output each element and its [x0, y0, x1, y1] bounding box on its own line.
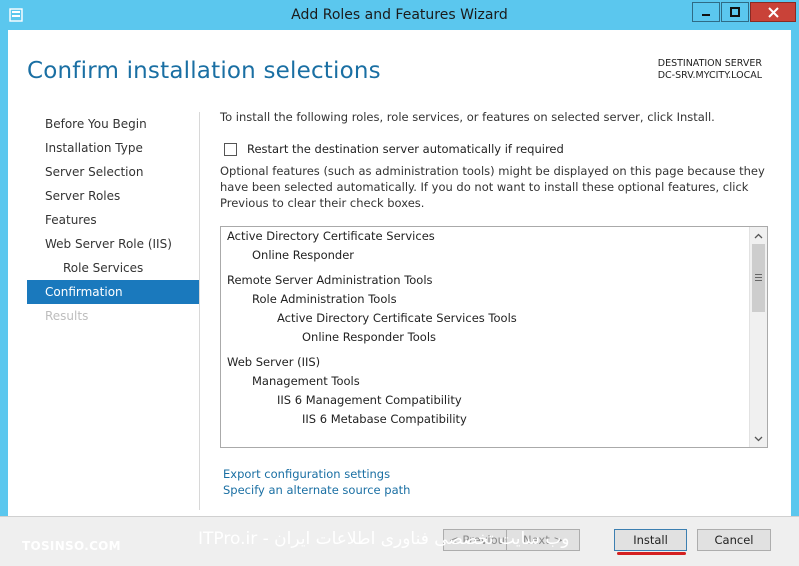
maximize-icon — [730, 7, 740, 17]
nav-divider — [199, 112, 200, 510]
chevron-down-icon — [754, 436, 763, 441]
scroll-grip-icon — [755, 274, 762, 283]
wizard-window: Add Roles and Features Wizard Confirm in… — [0, 0, 799, 566]
selections-list-content: Active Directory Certificate Services Onl… — [221, 227, 749, 447]
list-item: Management Tools — [252, 374, 360, 388]
list-scrollbar[interactable] — [749, 227, 767, 447]
restart-option[interactable]: Restart the destination server automatic… — [224, 142, 564, 156]
destination-label: DESTINATION SERVER — [657, 58, 762, 69]
wizard-content: Confirm installation selections DESTINAT… — [8, 30, 791, 516]
list-item: IIS 6 Metabase Compatibility — [302, 412, 467, 426]
destination-name: DC-SRV.MYCITY.LOCAL — [657, 70, 762, 81]
nav-item-server-selection[interactable]: Server Selection — [27, 160, 199, 184]
install-button[interactable]: Install — [614, 529, 687, 551]
restart-checkbox[interactable] — [224, 142, 237, 156]
close-button[interactable] — [750, 2, 796, 22]
nav-item-installation-type[interactable]: Installation Type — [27, 136, 199, 160]
list-item: Role Administration Tools — [252, 292, 397, 306]
destination-server: DESTINATION SERVER DC-SRV.MYCITY.LOCAL — [658, 58, 762, 82]
nav-item-web-server-role-iis[interactable]: Web Server Role (IIS) — [27, 232, 199, 256]
selections-list[interactable]: Active Directory Certificate Services Onl… — [220, 226, 768, 448]
list-item: Online Responder — [252, 248, 355, 262]
nav-item-features[interactable]: Features — [27, 208, 199, 232]
install-highlight-underline — [617, 552, 686, 555]
scroll-down-button[interactable] — [750, 430, 767, 447]
main-panel: To install the following roles, role ser… — [220, 110, 780, 210]
restart-label: Restart the destination server automatic… — [247, 142, 564, 156]
chevron-up-icon — [754, 233, 763, 238]
links-area: Export configuration settings Specify an… — [223, 466, 410, 498]
title-bar[interactable]: Add Roles and Features Wizard — [0, 0, 799, 30]
scroll-up-button[interactable] — [750, 227, 767, 244]
list-item: Web Server (IIS) — [227, 355, 321, 369]
nav-item-server-roles[interactable]: Server Roles — [27, 184, 199, 208]
list-item: Online Responder Tools — [302, 330, 437, 344]
intro-text: To install the following roles, role ser… — [220, 110, 715, 124]
close-icon — [767, 6, 779, 18]
watermark-tosinso: TOSINSO.COM — [22, 539, 121, 553]
list-item: IIS 6 Management Compatibility — [277, 393, 462, 407]
list-item: Active Directory Certificate Services To… — [277, 311, 517, 325]
button-bar: TOSINSO.COM < Previous Next > وب سایت تخ… — [0, 516, 799, 566]
minimize-button[interactable] — [692, 2, 720, 22]
nav-item-confirmation[interactable]: Confirmation — [27, 280, 199, 304]
maximize-button[interactable] — [721, 2, 749, 22]
export-settings-link[interactable]: Export configuration settings — [223, 466, 410, 482]
nav-item-results: Results — [45, 309, 89, 323]
window-title: Add Roles and Features Wizard — [291, 7, 508, 23]
minimize-icon — [702, 14, 710, 16]
list-item: Remote Server Administration Tools — [227, 273, 433, 287]
alternate-source-link[interactable]: Specify an alternate source path — [223, 482, 410, 498]
nav-item-before-you-begin[interactable]: Before You Begin — [27, 112, 199, 136]
nav-item-role-services[interactable]: Role Services — [27, 256, 199, 280]
watermark-itpro: وب سایت تخصصی فناوری اطلاعات ایران - ITP… — [198, 529, 570, 549]
optional-features-note: Optional features (such as administratio… — [220, 164, 765, 210]
wizard-nav: Before You Begin Installation Type Server … — [27, 112, 199, 328]
scroll-thumb[interactable] — [752, 244, 765, 312]
cancel-button[interactable]: Cancel — [697, 529, 771, 551]
page-title: Confirm installation selections — [27, 58, 381, 84]
list-item: Active Directory Certificate Services — [227, 229, 435, 243]
